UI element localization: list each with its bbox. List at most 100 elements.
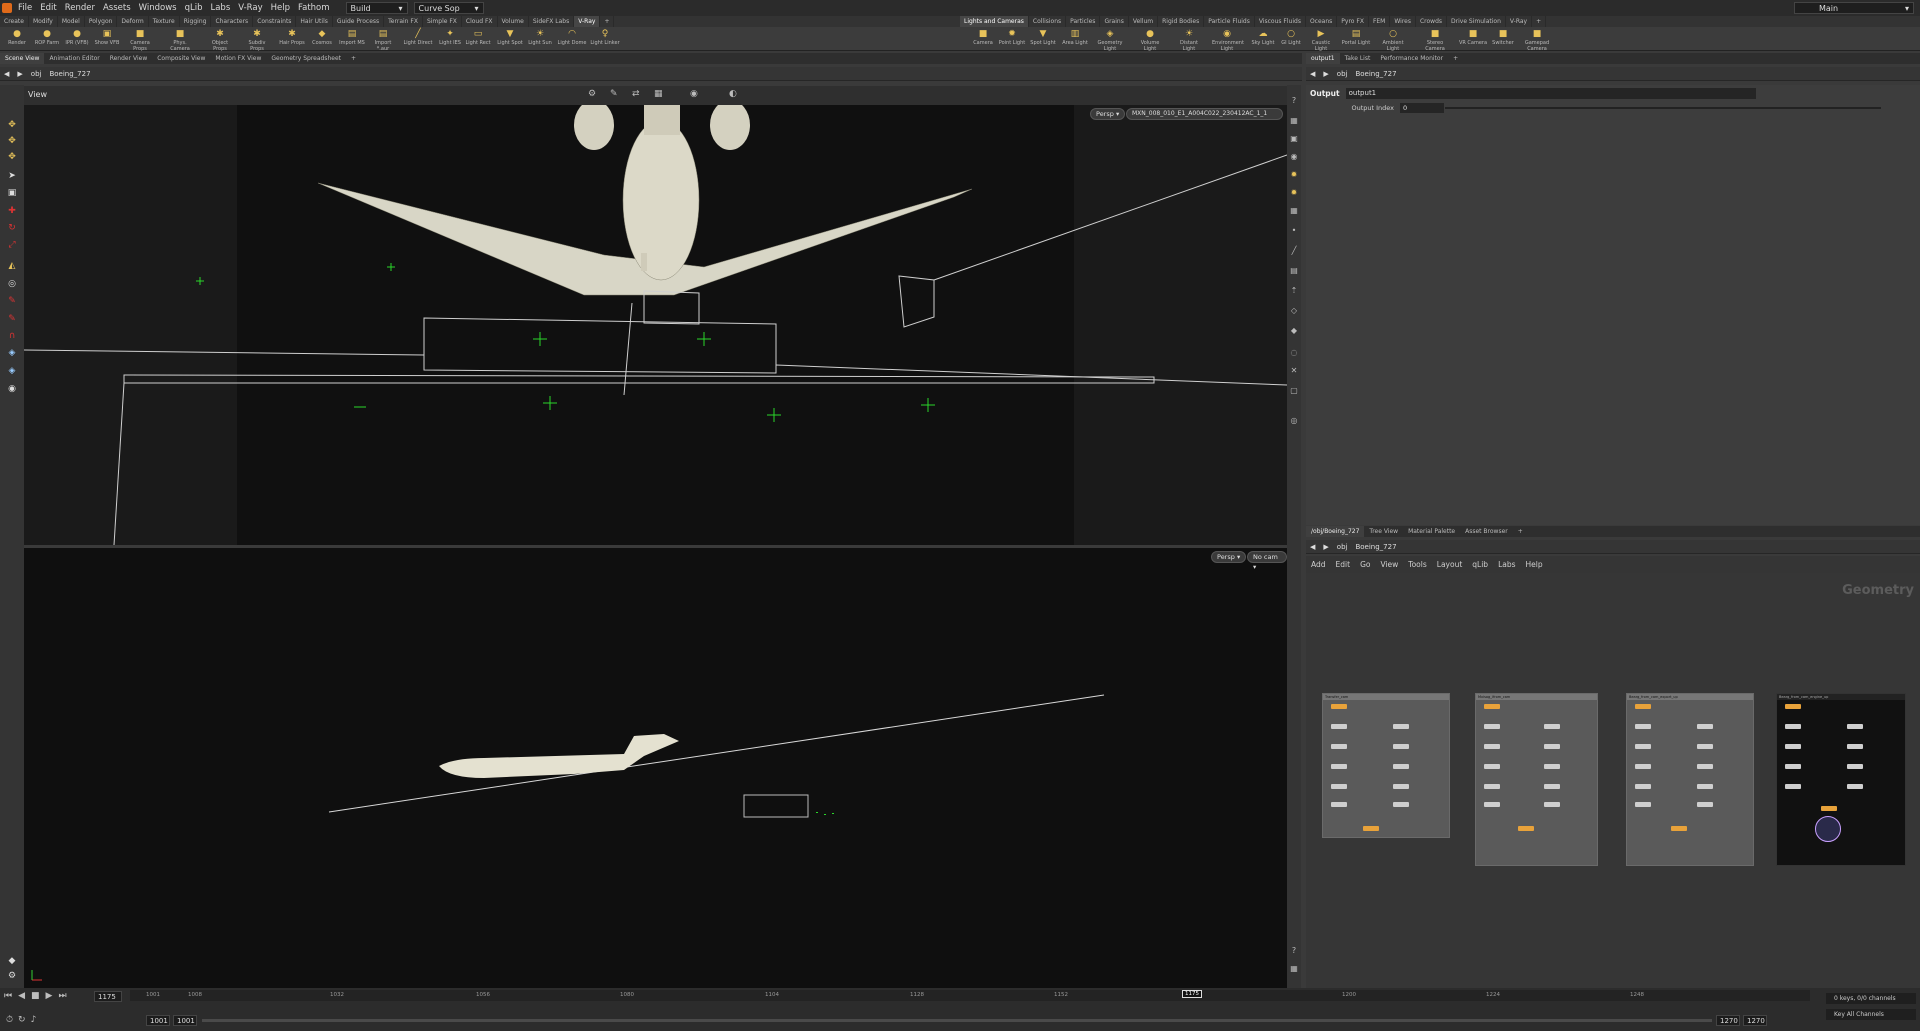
shelf-tool[interactable]: ◆ Cosmos: [307, 29, 337, 46]
tab-animation-editor[interactable]: Animation Editor: [44, 53, 104, 64]
network-node[interactable]: [1484, 744, 1500, 749]
network-node[interactable]: [1393, 724, 1409, 729]
shelf-tool[interactable]: ■ VR Camera: [1458, 29, 1488, 46]
network-node[interactable]: [1544, 784, 1560, 789]
shelf-tool[interactable]: ▣ Show VFB: [92, 29, 122, 46]
shelf-tab[interactable]: Particle Fluids: [1204, 16, 1255, 27]
network-node[interactable]: [1785, 744, 1801, 749]
audio-icon[interactable]: ♪: [31, 1015, 37, 1025]
shelf-tab[interactable]: Deform: [117, 16, 149, 27]
shelf-tab[interactable]: Guide Process: [333, 16, 385, 27]
face-icon[interactable]: ▤: [1288, 265, 1300, 277]
network-editor[interactable]: Geometry Transfer_cam Mxisog_ifrom_cam B…: [1306, 573, 1920, 988]
snapping-icon[interactable]: ✎: [610, 89, 618, 99]
shelf-tool[interactable]: ■ Camera Props: [125, 29, 155, 52]
network-node[interactable]: [1363, 826, 1379, 831]
shelf-tool[interactable]: ▤ Import *.aur: [368, 29, 398, 52]
range-start-field[interactable]: 1001: [146, 1015, 170, 1026]
tab-network[interactable]: /obj/Boeing_727: [1306, 526, 1365, 537]
menu-edit[interactable]: Edit: [36, 3, 60, 13]
output-index-slider[interactable]: [1445, 107, 1881, 109]
shelf-tool[interactable]: ☀ Distant Light: [1174, 29, 1204, 52]
shade-icon[interactable]: ◆: [1288, 325, 1300, 337]
menu-tools[interactable]: Tools: [1403, 560, 1431, 569]
output-index-field[interactable]: 0: [1400, 103, 1444, 113]
camera-menu-top[interactable]: MXN_008_010_E1_A004C022_230412AC_1_1: [1126, 108, 1283, 120]
magnet-icon[interactable]: ∩: [5, 330, 19, 342]
x-ray-icon[interactable]: ✕: [1288, 365, 1300, 377]
range-end-field[interactable]: 1270: [1716, 1015, 1740, 1026]
tab-geometry-spreadsheet[interactable]: Geometry Spreadsheet: [266, 53, 346, 64]
shelf-tab[interactable]: Volume: [498, 16, 529, 27]
loop-icon[interactable]: ↻: [18, 1015, 26, 1025]
shelf-tool[interactable]: ■ Gamepad Camera: [1522, 29, 1552, 52]
realtime-icon[interactable]: ⏱: [6, 1015, 13, 1025]
network-node[interactable]: [1484, 724, 1500, 729]
rotate-icon[interactable]: ↻: [5, 222, 19, 234]
tab-composite-view[interactable]: Composite View: [152, 53, 210, 64]
shelf-tool[interactable]: ◉ Environment Light: [1212, 29, 1244, 52]
shelf-tab[interactable]: Collisions: [1029, 16, 1067, 27]
network-node[interactable]: [1847, 784, 1863, 789]
camera-icon[interactable]: ◉: [1288, 151, 1300, 163]
shelf-tool[interactable]: ╱ Light Direct: [403, 29, 433, 46]
shelf-tool[interactable]: ○ GI Light: [1276, 29, 1306, 46]
network-node[interactable]: [1697, 802, 1713, 807]
point-icon[interactable]: •: [1288, 225, 1300, 237]
network-node[interactable]: [1518, 826, 1534, 831]
network-node[interactable]: [1393, 744, 1409, 749]
add-shelf-icon[interactable]: +: [1532, 16, 1547, 27]
shelf-tab[interactable]: Oceans: [1306, 16, 1338, 27]
network-node[interactable]: [1484, 802, 1500, 807]
tab-performance-monitor[interactable]: Performance Monitor: [1375, 53, 1448, 64]
lock-camera-icon[interactable]: ▣: [1288, 133, 1300, 145]
menu-edit[interactable]: Edit: [1331, 560, 1356, 569]
tab-output1[interactable]: output1: [1306, 53, 1340, 64]
persp-menu-bottom[interactable]: Persp ▾: [1211, 551, 1247, 563]
network-node[interactable]: [1697, 764, 1713, 769]
shading-icon[interactable]: ◉: [690, 89, 698, 99]
menu-labs[interactable]: Labs: [206, 3, 234, 13]
add-tab-icon[interactable]: +: [1448, 53, 1463, 64]
tab-scene-view[interactable]: Scene View: [0, 53, 45, 64]
brush-icon[interactable]: ✎: [5, 295, 19, 307]
shelf-tab[interactable]: Polygon: [85, 16, 118, 27]
ghost-icon[interactable]: ◌: [1288, 347, 1300, 359]
network-node[interactable]: [1635, 744, 1651, 749]
back-arrow-icon[interactable]: ◀: [0, 70, 13, 78]
play-icon[interactable]: ▶: [46, 991, 53, 1001]
settings-icon[interactable]: ⚙: [5, 970, 19, 982]
layout-icon[interactable]: ▦: [654, 89, 663, 99]
python-icon[interactable]: ◆: [5, 955, 19, 967]
shelf-tool[interactable]: ● ROP Farm: [32, 29, 62, 46]
shelf-tab[interactable]: V-Ray: [1506, 16, 1533, 27]
help-icon[interactable]: ?: [1288, 95, 1300, 107]
network-node[interactable]: [1393, 764, 1409, 769]
tab-tree-view[interactable]: Tree View: [1364, 526, 1403, 537]
network-node[interactable]: [1635, 764, 1651, 769]
tab-asset-browser[interactable]: Asset Browser: [1460, 526, 1513, 537]
network-node[interactable]: [1785, 784, 1801, 789]
shelf-tab[interactable]: Crowds: [1416, 16, 1448, 27]
light-icon[interactable]: ✹: [1288, 187, 1300, 199]
viewport-bottom[interactable]: Persp ▾ No cam ▾: [24, 548, 1287, 988]
menu-qlib[interactable]: qLib: [1467, 560, 1493, 569]
layout-icon[interactable]: ▦: [1288, 963, 1300, 975]
menu-file[interactable]: File: [14, 3, 36, 13]
network-box[interactable]: Mxisog_ifrom_cam: [1475, 693, 1598, 866]
render-region-icon[interactable]: ◉: [5, 383, 19, 395]
menu-go[interactable]: Go: [1355, 560, 1375, 569]
shelf-tool[interactable]: ♀ Light Linker: [590, 29, 620, 46]
path-root[interactable]: obj: [1333, 543, 1352, 551]
tab-material-palette[interactable]: Material Palette: [1403, 526, 1460, 537]
forward-arrow-icon[interactable]: ▶: [13, 70, 26, 78]
skip-start-icon[interactable]: ⏮: [4, 991, 12, 1001]
sculpt-icon[interactable]: ✎: [5, 313, 19, 325]
shelf-tab[interactable]: Texture: [149, 16, 180, 27]
network-node[interactable]: [1331, 744, 1347, 749]
shelf-tab[interactable]: Rigid Bodies: [1158, 16, 1205, 27]
network-node[interactable]: [1671, 826, 1687, 831]
network-node[interactable]: [1544, 764, 1560, 769]
network-node[interactable]: [1393, 802, 1409, 807]
network-node[interactable]: [1847, 744, 1863, 749]
